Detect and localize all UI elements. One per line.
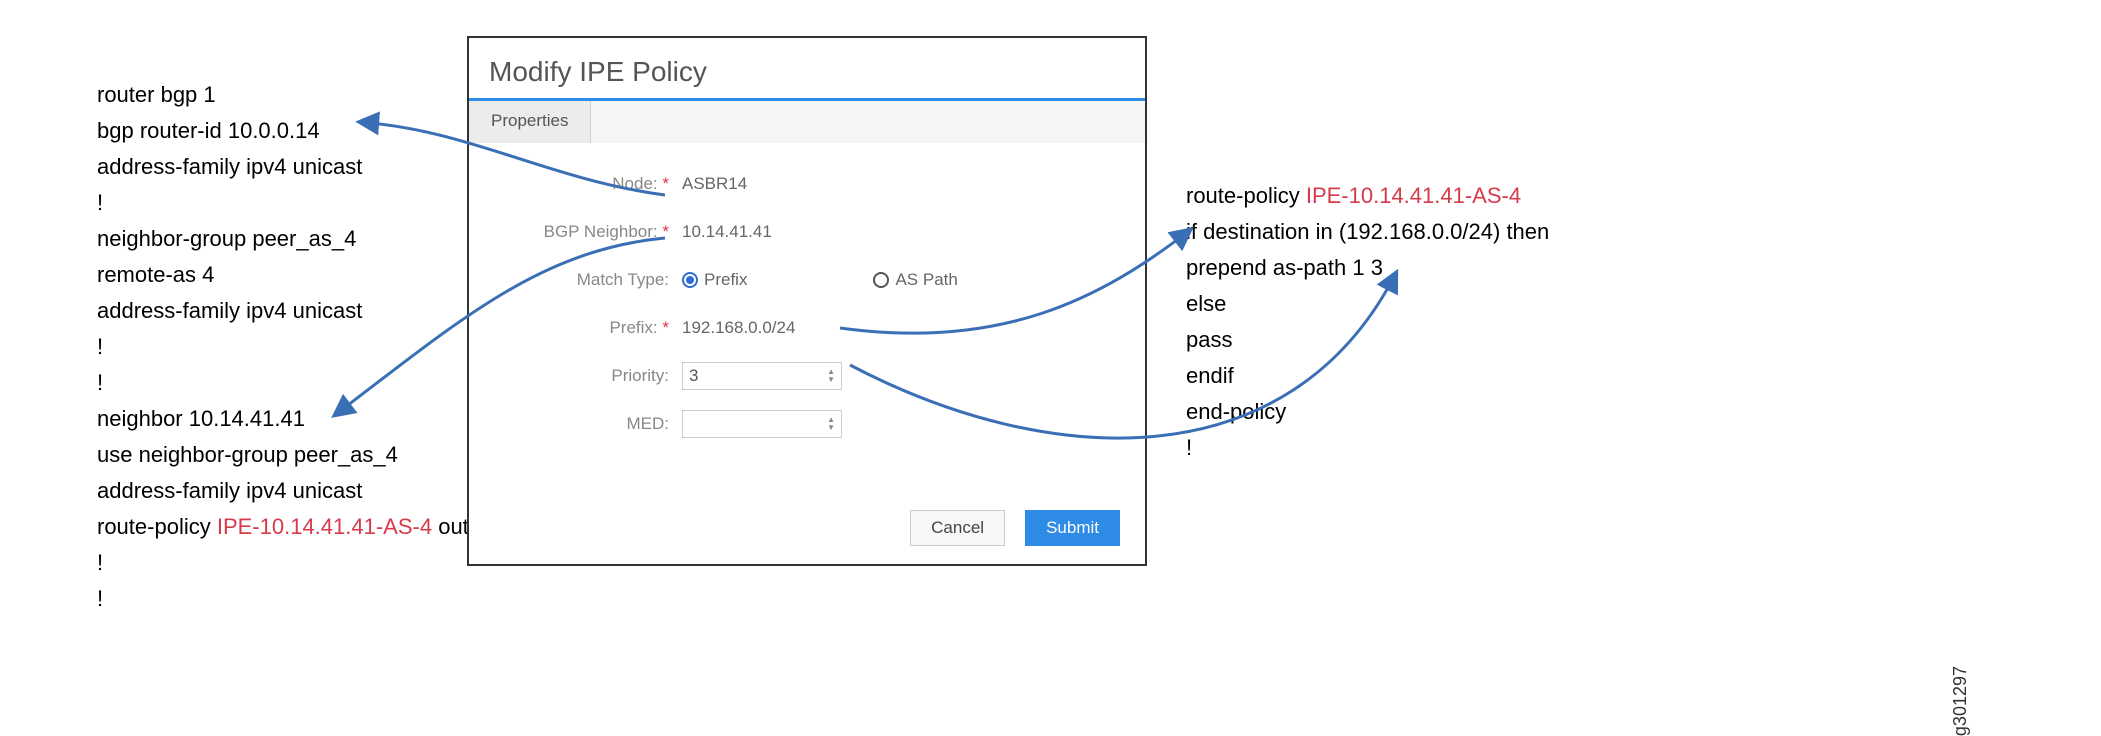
required-marker: *	[662, 222, 669, 241]
node-value: ASBR14	[682, 174, 747, 194]
cfg-text: route-policy	[97, 514, 217, 539]
cfg-line: end-policy	[1186, 394, 1549, 430]
row-med: MED: ▲▼	[499, 408, 1115, 440]
dialog-title: Modify IPE Policy	[469, 38, 1145, 98]
radio-circle-icon	[682, 272, 698, 288]
label-text: BGP Neighbor:	[544, 222, 658, 241]
cancel-button[interactable]: Cancel	[910, 510, 1005, 546]
right-config-code: route-policy IPE-10.14.41.41-AS-4 if des…	[1186, 178, 1549, 466]
radio-prefix[interactable]: Prefix	[682, 270, 747, 290]
cfg-line: route-policy IPE-10.14.41.41-AS-4 out	[97, 509, 469, 545]
cfg-line: address-family ipv4 unicast	[97, 473, 469, 509]
med-spinner[interactable]: ▲▼	[682, 410, 842, 438]
cfg-line: !	[97, 365, 469, 401]
cfg-line: else	[1186, 286, 1549, 322]
required-marker: *	[662, 174, 669, 193]
cfg-line: bgp router-id 10.0.0.14	[97, 113, 469, 149]
prefix-value: 192.168.0.0/24	[682, 318, 795, 338]
required-marker: *	[662, 318, 669, 337]
label-match-type: Match Type:	[499, 270, 674, 290]
value-node[interactable]: ASBR14	[674, 174, 1115, 194]
cfg-line: use neighbor-group peer_as_4	[97, 437, 469, 473]
label-text: Prefix:	[609, 318, 657, 337]
value-priority: 3 ▲▼	[674, 362, 1115, 390]
cfg-line: !	[97, 329, 469, 365]
submit-button[interactable]: Submit	[1025, 510, 1120, 546]
priority-spinner[interactable]: 3 ▲▼	[682, 362, 842, 390]
left-config-code: router bgp 1 bgp router-id 10.0.0.14 add…	[97, 77, 469, 617]
label-med: MED:	[499, 414, 674, 434]
value-match-type: Prefix AS Path	[674, 270, 1115, 290]
route-policy-name: IPE-10.14.41.41-AS-4	[1306, 183, 1521, 208]
value-bgp-neighbor[interactable]: 10.14.41.41	[674, 222, 1115, 242]
label-prefix: Prefix: *	[499, 318, 674, 338]
radio-circle-icon	[873, 272, 889, 288]
tab-properties[interactable]: Properties	[469, 101, 591, 143]
tab-bar: Properties	[469, 98, 1145, 143]
cfg-line: !	[97, 185, 469, 221]
cfg-line: if destination in (192.168.0.0/24) then	[1186, 214, 1549, 250]
label-text: Node:	[612, 174, 657, 193]
route-policy-name: IPE-10.14.41.41-AS-4	[217, 514, 432, 539]
figure-id: g301297	[1950, 666, 1971, 736]
priority-value: 3	[689, 366, 698, 386]
radio-label: AS Path	[895, 270, 957, 290]
label-node: Node: *	[499, 174, 674, 194]
spinner-arrows-icon[interactable]: ▲▼	[827, 416, 835, 432]
cfg-line: !	[97, 581, 469, 617]
row-node: Node: * ASBR14	[499, 168, 1115, 200]
row-prefix: Prefix: * 192.168.0.0/24	[499, 312, 1115, 344]
label-priority: Priority:	[499, 366, 674, 386]
row-bgp-neighbor: BGP Neighbor: * 10.14.41.41	[499, 216, 1115, 248]
cfg-line: prepend as-path 1 3	[1186, 250, 1549, 286]
cfg-line: !	[1186, 430, 1549, 466]
cfg-line: router bgp 1	[97, 77, 469, 113]
cfg-line: neighbor-group peer_as_4	[97, 221, 469, 257]
cfg-line: address-family ipv4 unicast	[97, 293, 469, 329]
cfg-text: out	[432, 514, 469, 539]
spinner-arrows-icon[interactable]: ▲▼	[827, 368, 835, 384]
bgp-neighbor-value: 10.14.41.41	[682, 222, 772, 242]
cfg-line: !	[97, 545, 469, 581]
value-med: ▲▼	[674, 410, 1115, 438]
cfg-line: address-family ipv4 unicast	[97, 149, 469, 185]
cfg-line: neighbor 10.14.41.41	[97, 401, 469, 437]
label-bgp-neighbor: BGP Neighbor: *	[499, 222, 674, 242]
cfg-text: route-policy	[1186, 183, 1306, 208]
cfg-line: endif	[1186, 358, 1549, 394]
radio-label: Prefix	[704, 270, 747, 290]
row-priority: Priority: 3 ▲▼	[499, 360, 1115, 392]
dialog-footer: Cancel Submit	[910, 510, 1120, 546]
form-body: Node: * ASBR14 BGP Neighbor: * 10.14.41.…	[469, 143, 1145, 466]
modify-ipe-policy-dialog: Modify IPE Policy Properties Node: * ASB…	[467, 36, 1147, 566]
cfg-line: route-policy IPE-10.14.41.41-AS-4	[1186, 178, 1549, 214]
value-prefix[interactable]: 192.168.0.0/24	[674, 318, 1115, 338]
radio-aspath[interactable]: AS Path	[873, 270, 957, 290]
cfg-line: pass	[1186, 322, 1549, 358]
cfg-line: remote-as 4	[97, 257, 469, 293]
row-match-type: Match Type: Prefix AS Path	[499, 264, 1115, 296]
